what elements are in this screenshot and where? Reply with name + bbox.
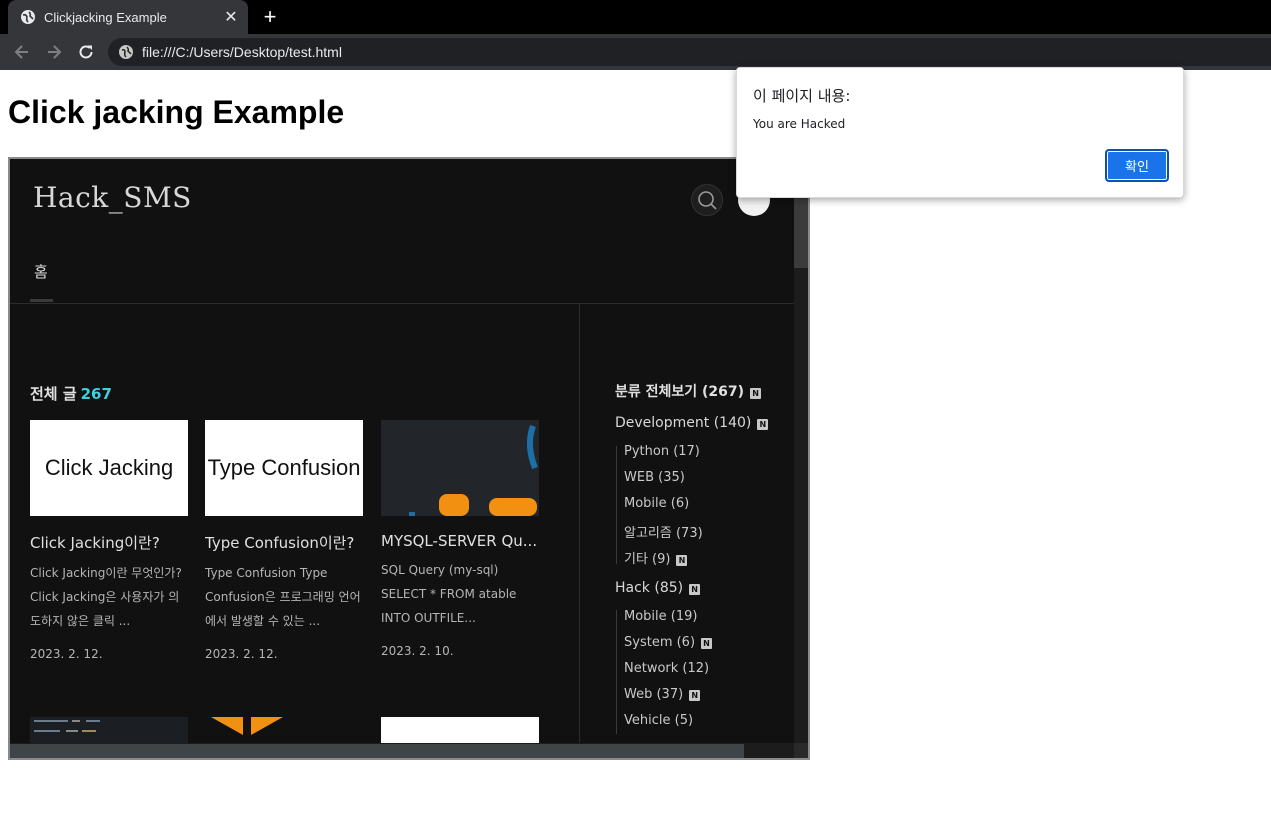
thumbnail-text: Type Confusion xyxy=(207,455,361,480)
category-item[interactable]: Mobile (6) xyxy=(624,496,689,511)
nav-active-indicator xyxy=(30,299,53,302)
embedded-frame[interactable]: Hack_SMS 홈 전체 글 267 Click Jacking Click J… xyxy=(8,157,810,760)
category-label: Vehicle (5) xyxy=(624,713,694,728)
post-card[interactable]: MYSQL-SERVER Qu... SQL Query (my-sql) SE… xyxy=(381,420,539,658)
code-thumbnail-image xyxy=(34,720,100,732)
category-label: 분류 전체보기 (267) xyxy=(615,384,745,400)
post-summary: SQL Query (my-sql) SELECT * FROM atable … xyxy=(381,563,517,625)
post-title[interactable]: Type Confusion이란? xyxy=(205,532,363,553)
category-label: System (6) xyxy=(624,635,696,650)
post-date: 2023. 2. 10. xyxy=(381,644,454,658)
mysql-logo-image xyxy=(409,424,538,516)
ok-button[interactable]: 확인 xyxy=(1105,149,1169,182)
category-item[interactable]: Python (17) xyxy=(624,444,700,459)
category-item[interactable]: WEB (35) xyxy=(624,470,685,485)
globe-icon xyxy=(21,10,35,24)
search-button[interactable] xyxy=(691,184,723,216)
scrollbar-corner xyxy=(794,743,808,758)
forward-arrow-icon[interactable] xyxy=(44,42,64,62)
subcategory-line xyxy=(616,446,617,564)
column-divider xyxy=(579,304,580,744)
browser-toolbar: file:///C:/Users/Desktop/test.html xyxy=(0,34,1271,70)
post-date: 2023. 2. 12. xyxy=(30,647,103,661)
thumbnail-text: Click Jacking xyxy=(44,455,174,480)
category-label: Hack (85) xyxy=(615,580,684,596)
category-item[interactable]: Mobile (19) xyxy=(624,609,697,624)
category-label: Mobile (6) xyxy=(624,496,690,511)
category-label: Mobile (19) xyxy=(624,609,698,624)
category-item[interactable]: System (6) N xyxy=(624,635,713,650)
search-icon xyxy=(698,191,717,210)
close-tab-icon[interactable]: ✕ xyxy=(222,8,240,26)
page-title: Click jacking Example xyxy=(8,94,345,130)
orange-shape-image xyxy=(211,717,283,735)
category-item[interactable]: Web (37) N xyxy=(624,687,701,702)
section-title: 전체 글 267 xyxy=(30,383,112,404)
category-item[interactable]: 알고리즘 (73) xyxy=(624,522,703,541)
browser-tab[interactable]: Clickjacking Example ✕ xyxy=(8,0,248,34)
new-badge: N xyxy=(750,388,762,399)
url-text: file:///C:/Users/Desktop/test.html xyxy=(142,44,342,60)
category-item[interactable]: Network (12) xyxy=(624,661,709,676)
blog-header: Hack_SMS 홈 xyxy=(10,159,794,305)
category-item[interactable]: Vehicle (5) xyxy=(624,713,693,728)
address-bar[interactable]: file:///C:/Users/Desktop/test.html xyxy=(108,38,1271,66)
header-divider xyxy=(10,303,794,304)
category-label: Python (17) xyxy=(624,444,700,459)
tab-strip: Clickjacking Example ✕ + xyxy=(0,0,1271,34)
new-tab-button[interactable]: + xyxy=(258,5,282,29)
section-title-label: 전체 글 xyxy=(30,385,77,403)
category-label: Web (37) xyxy=(624,687,684,702)
new-badge: N xyxy=(701,638,713,649)
post-summary: Click Jacking이란 무엇인가? Click Jacking은 사용자… xyxy=(30,566,182,628)
post-count: 267 xyxy=(80,385,112,403)
post-thumbnail[interactable]: Click Jacking xyxy=(30,420,188,516)
vertical-scrollbar-thumb[interactable] xyxy=(794,195,808,268)
category-label: Development (140) xyxy=(615,415,752,431)
post-title[interactable]: Click Jacking이란? xyxy=(30,532,188,553)
post-card[interactable]: Click Jacking Click Jacking이란? Click Jac… xyxy=(30,420,188,661)
nav-home[interactable]: 홈 xyxy=(34,261,48,282)
category-item[interactable]: 분류 전체보기 (267) N xyxy=(615,381,762,401)
post-date: 2023. 2. 12. xyxy=(205,647,278,661)
category-item[interactable]: Hack (85) N xyxy=(615,580,701,596)
tab-title: Clickjacking Example xyxy=(44,10,167,25)
dialog-message: You are Hacked xyxy=(753,117,846,131)
back-arrow-icon[interactable] xyxy=(12,42,32,62)
dialog-heading: 이 페이지 내용: xyxy=(753,87,851,105)
new-badge: N xyxy=(689,690,701,701)
vertical-scrollbar[interactable] xyxy=(794,159,808,743)
blog-logo[interactable]: Hack_SMS xyxy=(33,181,192,214)
category-item[interactable]: 기타 (9) N xyxy=(624,548,688,567)
post-summary: Type Confusion Type Confusion은 프로그래밍 언어에… xyxy=(205,566,361,628)
category-label: WEB (35) xyxy=(624,470,685,485)
new-badge: N xyxy=(676,555,688,566)
post-thumbnail[interactable] xyxy=(381,717,539,743)
post-title[interactable]: MYSQL-SERVER Qu... xyxy=(381,532,539,550)
category-label: 알고리즘 (73) xyxy=(624,526,703,541)
alert-dialog: 이 페이지 내용: You are Hacked 확인 xyxy=(736,67,1184,198)
post-card[interactable]: Type Confusion Type Confusion이란? Type Co… xyxy=(205,420,363,661)
post-thumbnail[interactable]: Type Confusion xyxy=(205,420,363,516)
category-item[interactable]: Development (140) N xyxy=(615,415,769,431)
post-thumbnail[interactable] xyxy=(205,717,363,743)
new-badge: N xyxy=(689,584,701,595)
category-label: 기타 (9) xyxy=(624,552,671,567)
category-label: Network (12) xyxy=(624,661,710,676)
site-info-icon[interactable] xyxy=(118,44,134,60)
new-badge: N xyxy=(757,419,769,430)
subcategory-line xyxy=(616,610,617,734)
horizontal-scrollbar-thumb[interactable] xyxy=(10,744,744,758)
reload-icon[interactable] xyxy=(76,42,96,62)
horizontal-scrollbar[interactable] xyxy=(10,743,794,758)
post-thumbnail[interactable] xyxy=(30,717,188,743)
post-thumbnail[interactable] xyxy=(381,420,539,516)
